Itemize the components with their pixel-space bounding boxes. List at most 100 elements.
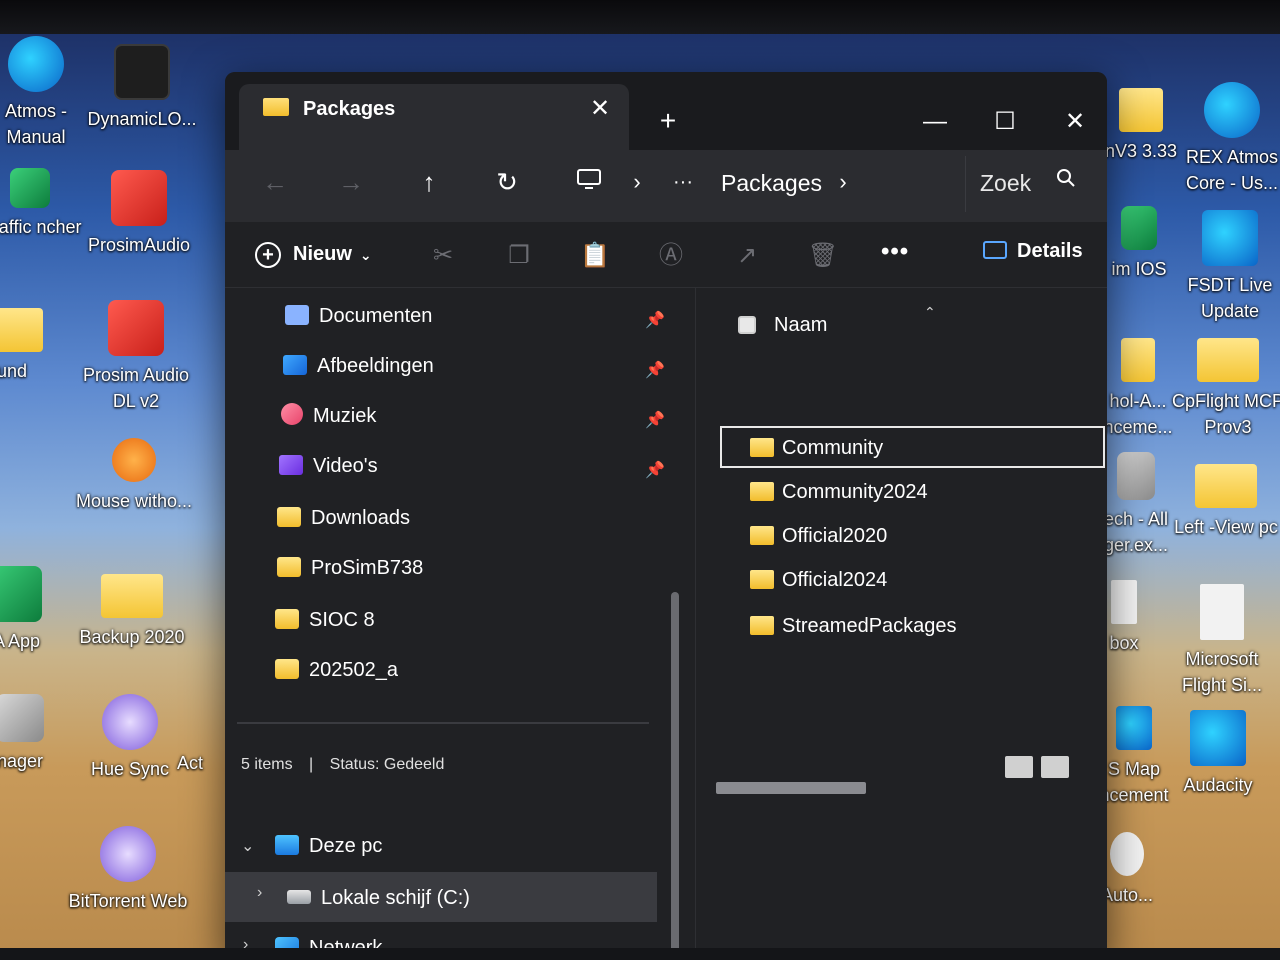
sidebar-item-sioc8[interactable]: SIOC 8 bbox=[275, 600, 375, 640]
maximize-button[interactable]: ☐ bbox=[985, 102, 1025, 142]
sidebar-item-afbeeldingen[interactable]: Afbeeldingen bbox=[283, 346, 434, 386]
search-box[interactable]: Zoek bbox=[965, 156, 1107, 212]
desktop-icon-act[interactable]: Act bbox=[160, 750, 220, 776]
folder-icon bbox=[1121, 338, 1155, 382]
chevron-right-icon[interactable]: › bbox=[257, 884, 262, 902]
desktop-icon-nvidia[interactable]: IA App bbox=[0, 566, 74, 654]
desktop-icon-und[interactable]: und bbox=[0, 300, 72, 384]
desktop-icon-manager[interactable]: nager bbox=[0, 694, 80, 774]
close-tab-button[interactable]: ✕ bbox=[585, 94, 615, 124]
desktop-icon-mouse[interactable]: Mouse witho... bbox=[74, 438, 194, 514]
gear-icon bbox=[0, 694, 44, 742]
mouse-icon bbox=[112, 438, 156, 482]
cut-icon[interactable]: ✂ bbox=[425, 238, 461, 274]
nvidia-icon bbox=[0, 566, 42, 622]
tab-packages[interactable]: Packages ✕ bbox=[239, 84, 629, 150]
sidebar-item-202502a[interactable]: 202502_a bbox=[275, 650, 398, 690]
list-item[interactable]: Community2024 bbox=[722, 472, 1107, 514]
desktop-icon-dynamiclo[interactable]: DynamicLO... bbox=[82, 44, 202, 132]
desktop-icon-prosimaudio[interactable]: ProsimAudio bbox=[79, 170, 199, 258]
paste-icon[interactable]: 📋 bbox=[577, 238, 613, 274]
sidebar-item-deze-pc[interactable]: Deze pc bbox=[275, 826, 382, 866]
documents-icon bbox=[285, 305, 309, 325]
chevron-down-icon: ⌄ bbox=[359, 247, 372, 263]
chevron-down-icon[interactable]: ⌄ bbox=[241, 836, 254, 856]
monitor-icon[interactable] bbox=[569, 160, 609, 204]
up-button[interactable]: ↑ bbox=[409, 160, 449, 204]
sidebar-item-lokale-schijf[interactable]: Lokale schijf (C:) bbox=[287, 878, 470, 918]
copy-icon[interactable]: ❐ bbox=[501, 238, 537, 274]
desktop-icon-fsdt[interactable]: FSDT Live Update bbox=[1170, 210, 1280, 324]
sidebar-item-videos[interactable]: Video's bbox=[279, 446, 378, 486]
list-item[interactable]: Community bbox=[720, 426, 1105, 468]
forward-button[interactable]: → bbox=[331, 160, 371, 204]
back-button[interactable]: ← bbox=[255, 160, 295, 204]
traffic-icon bbox=[10, 168, 50, 208]
list-item[interactable]: Official2020 bbox=[722, 516, 1107, 558]
desktop-icon-rex-atmos[interactable]: REX Atmos Core - Us... bbox=[1172, 82, 1280, 196]
file-explorer-window: Packages ✕ + — ☐ ✕ ← → ↑ ↻ › ··· Package… bbox=[225, 72, 1107, 960]
desktop-icon-left-view[interactable]: Left -View pc bbox=[1166, 456, 1280, 540]
search-input[interactable]: Zoek bbox=[980, 170, 1031, 197]
plus-icon: + bbox=[255, 241, 281, 268]
fsdt-icon bbox=[1202, 210, 1258, 266]
close-window-button[interactable]: ✕ bbox=[1055, 102, 1095, 142]
item-count: 5 items bbox=[241, 756, 293, 773]
details-view-icon[interactable] bbox=[1005, 756, 1033, 778]
list-item[interactable]: Official2024 bbox=[722, 560, 1107, 602]
desktop-icon-msfs[interactable]: Microsoft Flight Si... bbox=[1162, 584, 1280, 698]
sidebar-scrollbar[interactable] bbox=[671, 592, 679, 952]
sidebar-item-muziek[interactable]: Muziek bbox=[281, 396, 376, 436]
desktop-icon-bittorrent[interactable]: BitTorrent Web bbox=[68, 826, 188, 914]
breadcrumb-packages[interactable]: Packages bbox=[721, 170, 822, 197]
pin-icon[interactable]: 📌 bbox=[645, 460, 665, 480]
folder-icon bbox=[750, 526, 774, 545]
share-status: Status: Gedeeld bbox=[329, 756, 445, 773]
more-options-button[interactable]: ••• bbox=[881, 238, 909, 266]
desktop-icon-audacity[interactable]: Audacity bbox=[1158, 710, 1278, 798]
select-all-checkbox[interactable] bbox=[738, 316, 756, 334]
chevron-right-icon[interactable]: › bbox=[617, 160, 657, 204]
pin-icon[interactable]: 📌 bbox=[645, 410, 665, 430]
new-button[interactable]: + Nieuw ⌄ bbox=[255, 234, 372, 274]
list-item[interactable]: StreamedPackages bbox=[722, 606, 1107, 648]
sidebar-item-prosimb738[interactable]: ProSimB738 bbox=[277, 548, 423, 588]
rename-icon[interactable]: Ⓐ bbox=[653, 238, 689, 274]
column-header: Naam ⌃ bbox=[696, 288, 1107, 338]
gauge-icon bbox=[114, 44, 170, 100]
share-icon[interactable]: ↗ bbox=[729, 238, 765, 274]
dog-icon bbox=[1110, 832, 1144, 876]
edge-icon bbox=[1204, 82, 1260, 138]
desktop-icon-cpflight[interactable]: CpFlight MCP Prov3 bbox=[1168, 330, 1280, 440]
tiles-view-icon[interactable] bbox=[1041, 756, 1069, 778]
sort-ascending-icon: ⌃ bbox=[924, 304, 936, 320]
breadcrumb-overflow-button[interactable]: ··· bbox=[663, 160, 703, 204]
minimize-button[interactable]: — bbox=[915, 102, 955, 142]
sidebar-item-documenten[interactable]: Documenten bbox=[285, 296, 432, 336]
delete-icon[interactable]: 🗑 bbox=[805, 238, 841, 274]
monitor-bezel-top bbox=[0, 0, 1280, 34]
folder-icon bbox=[1197, 338, 1259, 382]
desktop-icon-ios[interactable]: im IOS bbox=[1104, 206, 1174, 282]
pin-icon[interactable]: 📌 bbox=[645, 310, 665, 330]
desktop-icon-hol-a[interactable]: hol-A... nceme... bbox=[1098, 330, 1178, 440]
new-tab-button[interactable]: + bbox=[653, 106, 683, 136]
desktop-icon-traffic[interactable]: lTraffic ncher bbox=[0, 168, 90, 240]
desktop-icon-backup-2020[interactable]: Backup 2020 bbox=[72, 566, 192, 650]
pin-icon[interactable]: 📌 bbox=[645, 360, 665, 380]
pictures-icon bbox=[283, 355, 307, 375]
desktop-icon-tech-all[interactable]: ech - All ger.ex... bbox=[1096, 452, 1176, 558]
horizontal-scrollbar[interactable] bbox=[716, 782, 866, 794]
refresh-button[interactable]: ↻ bbox=[487, 160, 527, 204]
app-icon bbox=[1121, 206, 1157, 250]
details-pane-button[interactable]: Details bbox=[983, 240, 1083, 263]
edge-icon bbox=[8, 36, 64, 92]
desktop-icon-prosim-audio-dl[interactable]: Prosim Audio DL v2 bbox=[76, 300, 196, 414]
folder-icon bbox=[750, 570, 774, 589]
folder-icon bbox=[1119, 88, 1163, 132]
chevron-right-icon[interactable]: › bbox=[823, 160, 863, 204]
column-name-header[interactable]: Naam bbox=[774, 314, 827, 337]
folder-icon bbox=[750, 616, 774, 635]
drive-icon bbox=[287, 890, 311, 904]
sidebar-item-downloads[interactable]: Downloads bbox=[277, 498, 410, 538]
